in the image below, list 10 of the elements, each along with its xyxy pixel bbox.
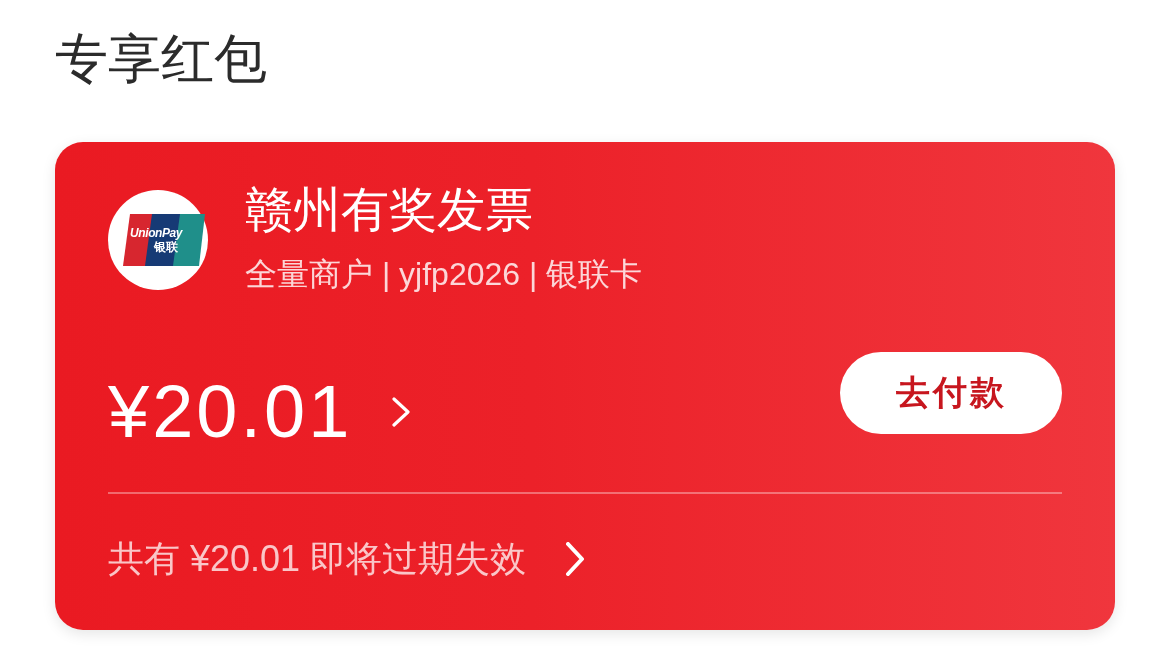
pay-button[interactable]: 去付款 [840, 352, 1062, 434]
expiry-notice: 共有 ¥20.01 即将过期失效 [108, 538, 527, 580]
coupon-amount: ¥20.01 [108, 372, 353, 452]
card-stripes-icon [121, 212, 207, 268]
coupon-details: 全量商户 | yjfp2026 | 银联卡 [245, 255, 643, 293]
logo-subtext: 银联 [154, 241, 178, 254]
chevron-right-icon[interactable] [392, 397, 411, 427]
section-title: 专享红包 [55, 28, 267, 90]
chevron-right-icon[interactable] [566, 542, 585, 576]
coupon-name: 赣州有奖发票 [245, 183, 534, 237]
